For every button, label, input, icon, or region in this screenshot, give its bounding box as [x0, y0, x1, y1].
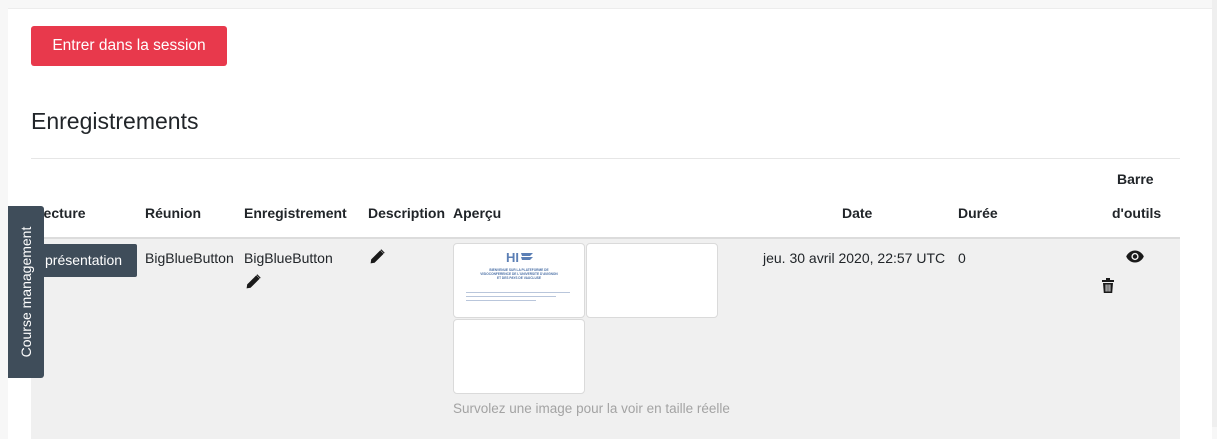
course-management-drawer-toggle[interactable]: Course management — [8, 206, 44, 378]
preview-hint: Survolez une image pour la voir en taill… — [453, 401, 730, 416]
eye-icon[interactable] — [1126, 250, 1144, 263]
col-recording[interactable]: Enregistrement — [244, 205, 347, 221]
course-management-label: Course management — [18, 226, 34, 358]
enter-session-button[interactable]: Entrer dans la session — [31, 26, 227, 66]
col-toolbar-line1: Barre — [1117, 171, 1154, 187]
page-edge — [1212, 0, 1217, 427]
slide-preview-image: HI BIENVENUE SUR LA PLATEFORME DE VISIOC… — [466, 250, 570, 301]
col-meeting[interactable]: Réunion — [145, 205, 201, 221]
col-duration[interactable]: Durée — [958, 205, 998, 221]
pencil-icon[interactable] — [245, 274, 261, 290]
recording-cell: BigBlueButton — [244, 250, 333, 266]
col-toolbar-line2: d'outils — [1112, 205, 1162, 221]
col-preview[interactable]: Aperçu — [453, 205, 501, 221]
section-divider — [31, 158, 1180, 159]
trash-icon[interactable] — [1102, 278, 1114, 293]
preview-thumbnail-3[interactable] — [453, 319, 585, 394]
recordings-title: Enregistrements — [31, 108, 199, 134]
col-date[interactable]: Date — [842, 205, 872, 221]
presentation-playback-button[interactable]: présentation — [38, 244, 137, 277]
col-description[interactable]: Description — [368, 205, 445, 221]
date-cell: jeu. 30 avril 2020, 22:57 UTC — [763, 250, 946, 266]
pencil-icon[interactable] — [369, 249, 385, 265]
duration-cell: 0 — [958, 250, 966, 266]
meeting-cell: BigBlueButton — [145, 250, 234, 266]
thumb-line-3: ET DES PAYS DE VAUCLUSE — [497, 276, 541, 280]
preview-thumbnail-2[interactable] — [586, 243, 718, 318]
svg-text:HI: HI — [506, 250, 519, 265]
preview-thumbnail-1[interactable]: HI BIENVENUE SUR LA PLATEFORME DE VISIOC… — [453, 243, 585, 318]
